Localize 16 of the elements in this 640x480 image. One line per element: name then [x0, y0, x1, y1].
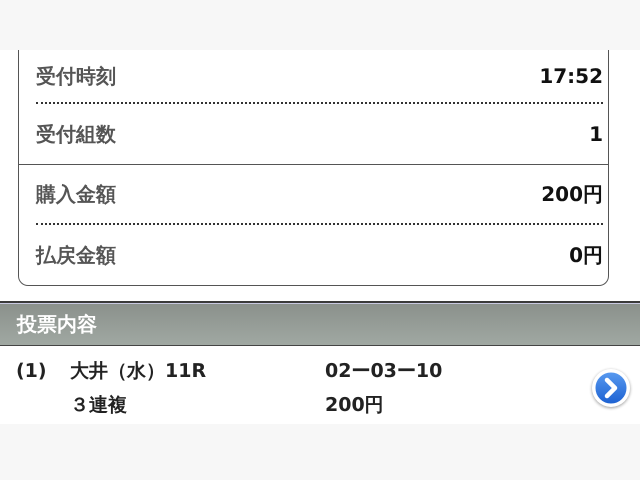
bet-number: (1) [16, 360, 48, 382]
combination: 02ー03ー10 [325, 359, 444, 384]
race-name: 大井（水）11R [70, 359, 208, 384]
field-label: 払戻金額 [36, 242, 116, 268]
field-label: 受付組数 [36, 120, 116, 148]
bet-amount: 200円 [325, 393, 385, 418]
section-title: 投票内容 [17, 310, 97, 338]
detail-button[interactable] [592, 369, 630, 407]
field-value: 200円 [541, 180, 603, 208]
field-label: 受付時刻 [36, 62, 116, 90]
field-value: 17:52 [539, 64, 603, 88]
field-value: 1 [589, 122, 603, 146]
bet-type: ３連複 [70, 393, 128, 418]
chevron-right-icon [592, 369, 630, 407]
field-value: 0円 [569, 242, 603, 268]
field-label: 購入金額 [36, 180, 116, 208]
